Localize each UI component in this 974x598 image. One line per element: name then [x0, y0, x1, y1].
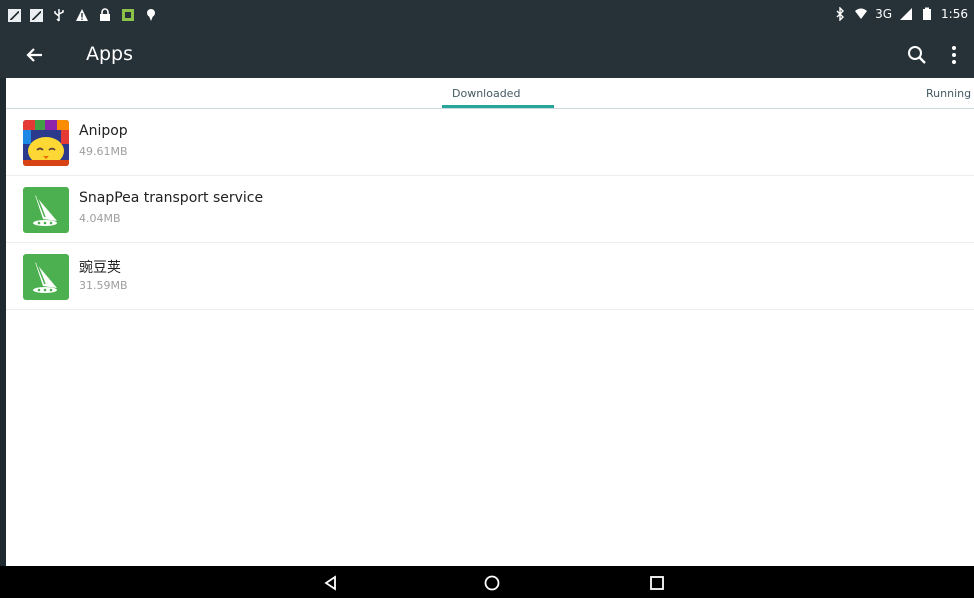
bluetooth-icon [836, 7, 845, 21]
app-name: Anipop [79, 123, 128, 139]
app-bar: Apps [0, 32, 974, 78]
snappea-app-icon [23, 254, 69, 300]
snappea-app-icon [23, 187, 69, 233]
app-size: 31.59MB [79, 279, 128, 292]
battery-icon [923, 7, 932, 20]
wifi-icon [855, 8, 868, 19]
back-arrow-icon[interactable] [22, 42, 48, 68]
status-notifications [8, 8, 158, 22]
app-size: 49.61MB [79, 145, 128, 158]
list-item-anipop[interactable]: Anipop 49.61MB [6, 109, 974, 176]
app-list: Anipop 49.61MB SnapPea transport service… [6, 109, 974, 310]
anipop-app-icon [23, 120, 69, 166]
list-item-snappea-transport[interactable]: SnapPea transport service 4.04MB [6, 176, 974, 243]
warning-icon [76, 9, 88, 21]
status-bar: 3G 1:56 [0, 0, 974, 32]
status-system: 3G 1:56 [833, 7, 968, 21]
status-time: 1:56 [941, 7, 968, 21]
nav-back-icon[interactable] [321, 573, 341, 593]
tab-bar: Downloaded Running [6, 78, 974, 109]
network-type: 3G [875, 7, 893, 21]
usb-icon [54, 9, 64, 22]
notification-photo-icon [30, 8, 43, 22]
app-notification-icon [122, 9, 134, 21]
location-pin-icon [147, 9, 155, 21]
app-name: SnapPea transport service [79, 190, 264, 206]
search-icon[interactable] [905, 43, 929, 67]
lock-icon [100, 8, 110, 21]
navigation-bar [0, 566, 974, 598]
list-item-wandoujia[interactable]: 豌豆荚 31.59MB [6, 243, 974, 310]
more-vert-icon[interactable] [945, 43, 963, 67]
nav-recents-icon[interactable] [647, 573, 667, 593]
nav-home-icon[interactable] [482, 573, 502, 593]
tab-indicator [442, 105, 554, 108]
app-name: 豌豆荚 [79, 260, 121, 276]
tab-downloaded[interactable]: Downloaded [452, 87, 520, 100]
app-size: 4.04MB [79, 212, 121, 225]
tab-running[interactable]: Running [926, 87, 971, 100]
signal-icon [900, 8, 913, 20]
page-title: Apps [86, 43, 134, 65]
notification-photo-icon [8, 8, 21, 22]
